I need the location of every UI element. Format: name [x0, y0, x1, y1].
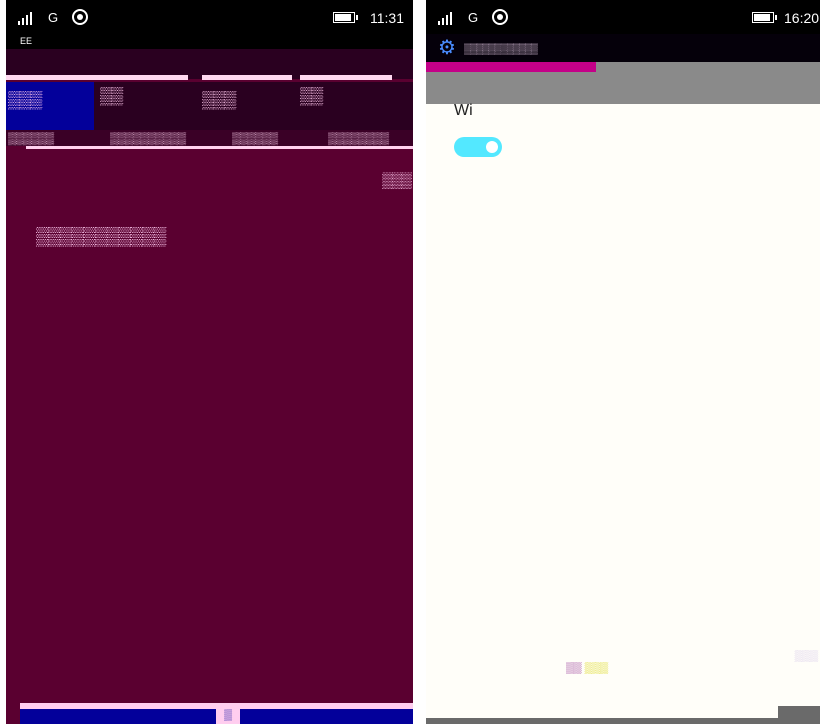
tab-3[interactable]: ▒▒▒▒▒▒	[232, 131, 278, 145]
header-divider	[300, 75, 392, 80]
gear-icon: ⚙	[438, 37, 456, 59]
header-band-accent	[426, 62, 596, 72]
section-title: ▒▒▒▒▒▒▒▒▒▒▒	[36, 226, 166, 246]
tile-label[interactable]: ▒▒	[300, 86, 323, 106]
footer-right: ▒▒▒	[584, 662, 609, 674]
battery-icon	[752, 12, 777, 23]
wifi-label: Wi	[454, 102, 473, 119]
more-link[interactable]: ▒▒▒	[382, 172, 412, 189]
tile-1[interactable]: ▒▒▒	[6, 82, 94, 130]
network-type: G	[468, 10, 479, 25]
location-icon	[72, 9, 88, 25]
app-bar-button[interactable]: ▒	[216, 706, 240, 724]
status-time: 16:20	[784, 10, 820, 26]
location-icon	[492, 9, 508, 25]
tab-underline	[26, 146, 413, 149]
page-title: ▒▒▒▒▒▒▒▒▒▒▒▒	[464, 44, 538, 55]
battery-icon	[333, 12, 358, 23]
right-phone-screen: G 16:20 ⚙ ▒▒▒▒▒▒▒▒▒▒▒▒ Wi ▒▒ ▒▒▒ ▒▒▒	[426, 0, 820, 724]
tab-2[interactable]: ▒▒▒▒▒▒▒▒▒▒	[110, 131, 186, 145]
status-bar: G 11:31	[6, 0, 413, 34]
status-bar: G 16:20	[426, 0, 820, 34]
status-time: 11:31	[370, 10, 404, 26]
wifi-toggle[interactable]	[454, 137, 502, 157]
toggle-knob	[486, 141, 498, 153]
tab-1[interactable]: ▒▒▒▒▒▒	[8, 131, 54, 145]
tile-label[interactable]: ▒▒▒	[202, 90, 236, 110]
tile-label[interactable]: ▒▒	[100, 86, 123, 106]
header-divider	[202, 75, 292, 80]
tile-row: ▒▒ ▒▒▒ ▒▒	[94, 82, 413, 130]
bottom-bar-button[interactable]	[778, 706, 820, 724]
corner-glyph: ▒▒▒	[794, 650, 818, 662]
left-phone-screen: G 11:31 EE ▒▒▒ ▒▒ ▒▒▒ ▒▒ ▒▒▒▒▒▒ ▒▒▒▒▒▒▒▒…	[6, 0, 413, 724]
tile-label: ▒▒▒	[8, 90, 42, 109]
carrier-label: EE	[6, 34, 413, 49]
network-type: G	[48, 10, 59, 25]
footer-left: ▒▒	[566, 662, 582, 674]
signal-icon	[438, 9, 456, 25]
header-divider	[6, 75, 188, 80]
bottom-bar	[426, 718, 820, 724]
footer-glyphs: ▒▒ ▒▒▒	[566, 662, 608, 674]
signal-icon	[18, 9, 36, 25]
tab-4[interactable]: ▒▒▒▒▒▒▒▒	[328, 131, 389, 145]
